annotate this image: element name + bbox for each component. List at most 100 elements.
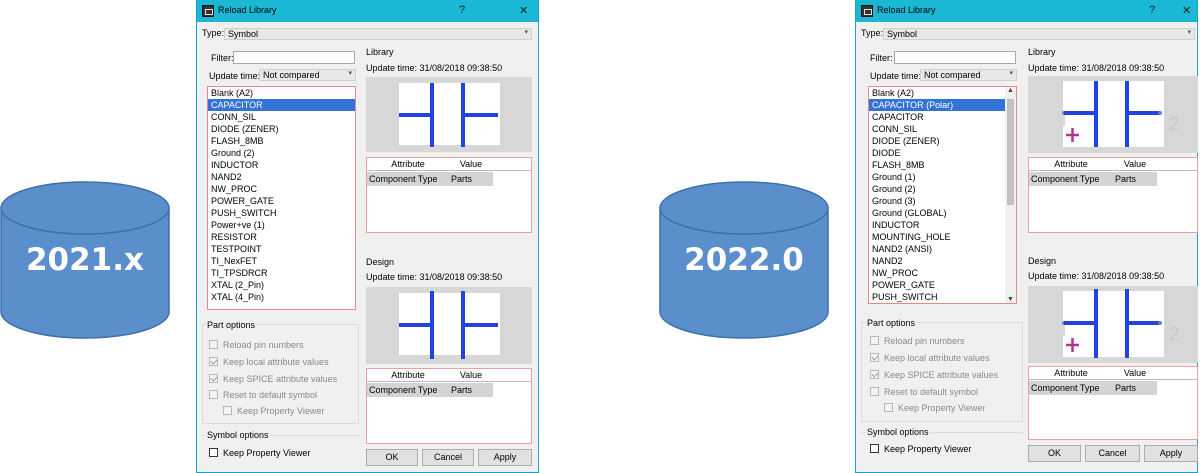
list-item[interactable]: NW_PROC — [869, 267, 1005, 279]
title-bar[interactable]: Reload Library ? ✕ — [197, 0, 538, 22]
attribute-cell[interactable]: Component Type — [367, 172, 449, 186]
list-item[interactable]: TI_TPSDRCR — [208, 267, 355, 279]
version-label-2022: 2022.0 — [684, 242, 804, 278]
type-select[interactable]: Symbol ▾ — [883, 28, 1195, 40]
library-symbol-preview — [366, 77, 532, 152]
keep-property-viewer-sub-checkbox[interactable]: Keep Property Viewer — [223, 406, 324, 416]
ok-button[interactable]: OK — [366, 449, 418, 466]
type-value: Symbol — [887, 29, 918, 39]
value-cell[interactable]: Parts — [1113, 381, 1157, 395]
value-column-header: Value — [1123, 159, 1147, 169]
list-item[interactable]: XTAL (4_Pin) — [208, 291, 355, 303]
list-item[interactable]: Ground (GLOBAL) — [869, 207, 1005, 219]
list-item[interactable]: INDUCTOR — [208, 159, 355, 171]
close-icon[interactable]: ✕ — [519, 4, 528, 17]
list-item[interactable]: FLASH_8MB — [869, 159, 1005, 171]
symbol-list[interactable]: Blank (A2) CAPACITOR (Polar) CAPACITOR CONN… — [868, 86, 1017, 304]
list-item[interactable]: Ground (2) — [208, 147, 355, 159]
update-time-select[interactable]: Not compared ▾ — [259, 69, 356, 81]
attribute-cell[interactable]: Component Type — [1029, 172, 1113, 186]
list-item[interactable]: NAND2 — [208, 171, 355, 183]
list-item[interactable]: PUSH_SWITCH — [869, 291, 1005, 303]
scroll-up-icon[interactable]: ▲ — [1005, 87, 1016, 94]
apply-button[interactable]: Apply — [1144, 445, 1198, 462]
list-item[interactable]: CAPACITOR — [869, 111, 1005, 123]
keep-property-viewer-sub-checkbox[interactable]: Keep Property Viewer — [884, 403, 985, 413]
keep-spice-attributes-checkbox[interactable]: Keep SPICE attribute values — [209, 374, 337, 384]
design-symbol-preview — [366, 287, 532, 364]
list-item[interactable]: POWER_GATE — [869, 279, 1005, 291]
list-item[interactable]: CONN_SIL — [869, 123, 1005, 135]
filter-input[interactable] — [233, 51, 355, 64]
update-time-value: Not compared — [924, 70, 981, 80]
keep-local-attributes-checkbox[interactable]: Keep local attribute values — [209, 357, 329, 367]
cancel-button[interactable]: Cancel — [422, 449, 474, 466]
list-item[interactable]: POWER_GATE — [208, 195, 355, 207]
list-item[interactable]: CAPACITOR — [208, 99, 355, 111]
list-scrollbar[interactable]: ▲ ▼ — [1005, 87, 1016, 303]
attribute-column-header: Attribute — [391, 159, 425, 169]
attribute-header-row: Attribute Value — [367, 369, 531, 382]
list-item[interactable]: NAND2 (ANSI) — [869, 243, 1005, 255]
keep-local-attributes-checkbox[interactable]: Keep local attribute values — [870, 353, 990, 363]
list-item[interactable]: PUSH_SWITCH — [208, 207, 355, 219]
attribute-cell[interactable]: Component Type — [1029, 381, 1113, 395]
list-item[interactable]: XTAL (2_Pin) — [208, 279, 355, 291]
type-select[interactable]: Symbol ▾ — [224, 28, 532, 40]
list-item[interactable]: DIODE — [869, 147, 1005, 159]
title-bar[interactable]: Reload Library ? ✕ — [856, 0, 1197, 22]
value-column-header: Value — [459, 159, 483, 169]
list-item[interactable]: CONN_SIL — [208, 111, 355, 123]
reset-default-symbol-checkbox[interactable]: Reset to default symbol — [870, 387, 978, 397]
keep-property-viewer-checkbox[interactable]: Keep Property Viewer — [870, 444, 971, 454]
attribute-header-row: Attribute Value — [367, 158, 531, 171]
list-item[interactable]: MOUNTING_HOLE — [869, 231, 1005, 243]
list-item[interactable]: NW_PROC — [208, 183, 355, 195]
attribute-cell[interactable]: Component Type — [367, 383, 449, 397]
list-item[interactable]: DIODE (ZENER) — [208, 123, 355, 135]
ok-button[interactable]: OK — [1028, 445, 1081, 462]
list-item[interactable]: TI_NexFET — [208, 255, 355, 267]
value-cell[interactable]: Parts — [1113, 172, 1157, 186]
symbol-list[interactable]: Blank (A2) CAPACITOR CONN_SIL DIODE (ZENER)… — [207, 86, 356, 310]
attribute-column-header: Attribute — [1054, 368, 1088, 378]
reload-pin-numbers-checkbox[interactable]: Reload pin numbers — [209, 340, 304, 350]
list-item[interactable]: RESISTOR — [208, 231, 355, 243]
design-update-time: Update time: 31/08/2018 09:38:50 — [366, 272, 503, 282]
type-label: Type: — [861, 28, 884, 38]
list-item[interactable]: DIODE (ZENER) — [869, 135, 1005, 147]
help-icon[interactable]: ? — [1149, 4, 1155, 16]
reload-library-dialog-2021: Reload Library ? ✕ Type: Symbol ▾ Filter… — [196, 0, 539, 473]
list-item[interactable]: INDUCTOR — [869, 219, 1005, 231]
list-item[interactable]: Ground (1) — [869, 171, 1005, 183]
list-item[interactable]: CAPACITOR (Polar) — [869, 99, 1005, 111]
scrollbar-thumb[interactable] — [1007, 99, 1014, 205]
library-update-time: Update time: 31/08/2018 09:38:50 — [1028, 63, 1165, 73]
filter-input[interactable] — [894, 51, 1016, 64]
reset-default-symbol-checkbox[interactable]: Reset to default symbol — [209, 390, 317, 400]
apply-button[interactable]: Apply — [478, 449, 532, 466]
value-cell[interactable]: Parts — [449, 172, 493, 186]
cancel-button[interactable]: Cancel — [1085, 445, 1140, 462]
list-item[interactable]: Power+ve (1) — [208, 219, 355, 231]
dialog-title: Reload Library — [218, 5, 277, 15]
reload-pin-numbers-checkbox[interactable]: Reload pin numbers — [870, 336, 965, 346]
list-item[interactable]: FLASH_8MB — [208, 135, 355, 147]
keep-property-viewer-checkbox[interactable]: Keep Property Viewer — [209, 448, 310, 458]
list-item[interactable]: NAND2 — [869, 255, 1005, 267]
value-cell[interactable]: Parts — [449, 383, 493, 397]
symbol-options-label: Symbol options — [866, 427, 930, 437]
type-label: Type: — [202, 28, 225, 38]
scroll-down-icon[interactable]: ▼ — [1005, 296, 1016, 303]
design-attribute-table: Attribute Value Component Type Parts — [366, 368, 532, 444]
update-time-select[interactable]: Not compared ▾ — [920, 69, 1017, 81]
list-item[interactable]: Ground (3) — [869, 195, 1005, 207]
list-item[interactable]: Blank (A2) — [869, 87, 1005, 99]
list-item[interactable]: Ground (2) — [869, 183, 1005, 195]
list-item[interactable]: Blank (A2) — [208, 87, 355, 99]
close-icon[interactable]: ✕ — [1182, 4, 1191, 17]
dropdown-arrow-icon: ▾ — [1009, 70, 1013, 77]
keep-spice-attributes-checkbox[interactable]: Keep SPICE attribute values — [870, 370, 998, 380]
list-item[interactable]: TESTPOINT — [208, 243, 355, 255]
help-icon[interactable]: ? — [459, 4, 465, 16]
